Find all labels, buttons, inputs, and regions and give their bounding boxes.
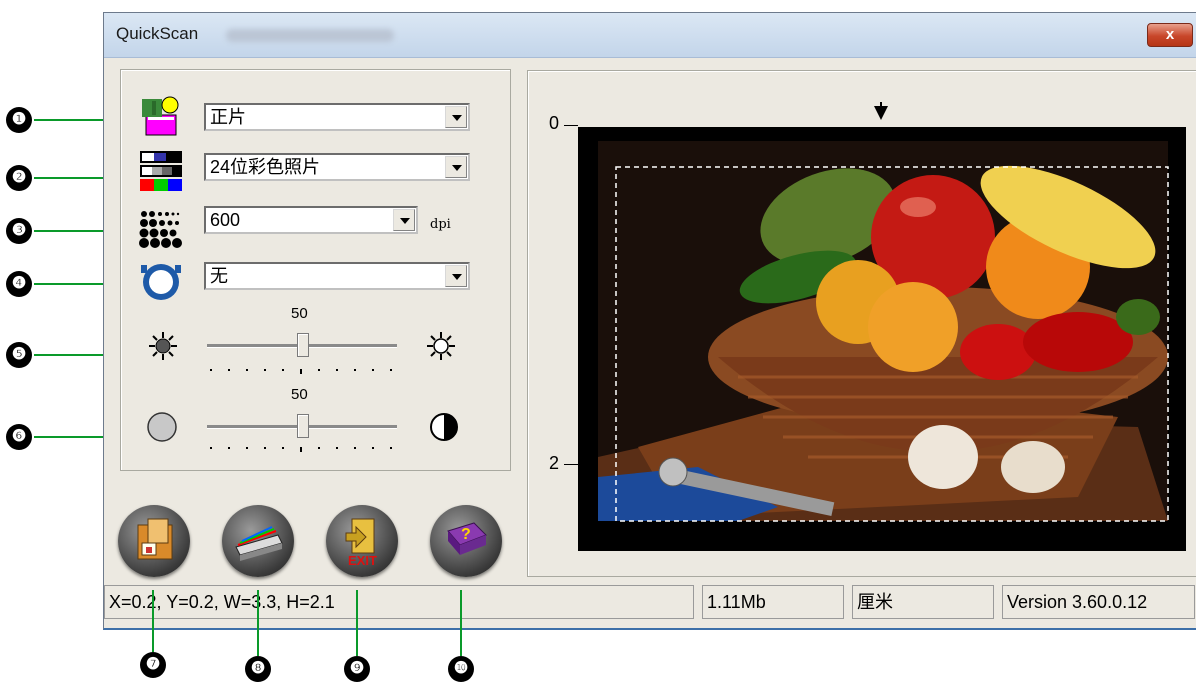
contrast-ticks	[207, 447, 397, 452]
contrast-value: 50	[291, 386, 308, 403]
lens-filter-icon	[138, 261, 184, 303]
brightness-high-icon	[426, 331, 456, 361]
callout-5-arrow	[34, 354, 112, 356]
resolution-icon	[138, 209, 184, 249]
contrast-low-icon	[146, 411, 178, 443]
help-book-icon: ?	[447, 522, 487, 555]
status-version: Version 3.60.0.12	[1002, 585, 1195, 619]
chevron-down-icon[interactable]	[445, 106, 467, 128]
film-type-icon	[138, 95, 184, 137]
svg-text:EXIT: EXIT	[348, 553, 377, 568]
type-select[interactable]: 正片	[204, 103, 470, 131]
status-coordinates: X=0.2, Y=0.2, W=3.3, H=2.1	[104, 585, 694, 619]
ruler-tick-2	[564, 464, 578, 465]
callout-1: ❶	[6, 107, 32, 133]
callout-9: ❾	[344, 656, 370, 682]
ruler-tick-0	[564, 125, 578, 126]
contrast-slider-thumb[interactable]	[297, 414, 309, 438]
callout-8-arrow	[257, 590, 259, 656]
ruler-label-0: 0	[549, 113, 560, 133]
callout-10-arrow	[460, 590, 462, 656]
title-bar: QuickScan x	[104, 13, 1196, 58]
callout-8: ❽	[245, 656, 271, 682]
window-title: QuickScan	[116, 24, 199, 43]
ruler-label-2: 2	[549, 453, 560, 473]
scan-preview-image[interactable]	[578, 127, 1186, 551]
resolution-select[interactable]: 600	[204, 206, 418, 234]
filter-select-value: 无	[210, 266, 228, 286]
chevron-down-icon[interactable]	[445, 265, 467, 287]
callout-3: ❸	[6, 218, 32, 244]
mode-select-value: 24位彩色照片	[210, 157, 321, 177]
filter-select[interactable]: 无	[204, 262, 470, 290]
chevron-down-icon[interactable]	[445, 156, 467, 178]
folder-manager-icon	[137, 518, 173, 560]
close-button[interactable]: x	[1147, 23, 1193, 47]
svg-text:?: ?	[461, 526, 471, 543]
contrast-high-icon	[428, 411, 460, 443]
callout-1-arrow	[34, 119, 112, 121]
ruler-top-marker-stem	[880, 102, 882, 108]
scan-button[interactable]	[222, 505, 294, 577]
title-blurred-text	[226, 29, 394, 42]
dpi-unit-label: dpi	[430, 217, 451, 232]
help-button[interactable]: ?	[430, 505, 502, 577]
callout-6-arrow	[34, 436, 112, 438]
callout-5: ❺	[6, 342, 32, 368]
color-mode-icon	[138, 149, 184, 193]
brightness-ticks	[207, 369, 397, 374]
callout-2: ❷	[6, 165, 32, 191]
mode-select[interactable]: 24位彩色照片	[204, 153, 470, 181]
ruler-top-marker[interactable]	[874, 106, 888, 120]
callout-10: ❿	[448, 656, 474, 682]
callout-7-arrow	[152, 590, 154, 652]
status-file-size: 1.11Mb	[702, 585, 844, 619]
callout-9-arrow	[356, 590, 358, 656]
chevron-down-icon[interactable]	[393, 209, 415, 231]
quickscan-window: QuickScan x 正片 24位彩色照片 600 dpi 无 50 50 E…	[103, 12, 1196, 630]
callout-4: ❹	[6, 271, 32, 297]
type-select-value: 正片	[210, 107, 246, 127]
resolution-select-value: 600	[210, 210, 241, 230]
callout-4-arrow	[34, 283, 112, 285]
exit-door-icon: EXIT	[345, 518, 377, 568]
manager-button[interactable]	[118, 505, 190, 577]
brightness-value: 50	[291, 305, 308, 322]
status-unit: 厘米	[852, 585, 994, 619]
brightness-slider-thumb[interactable]	[297, 333, 309, 357]
callout-7: ❼	[140, 652, 166, 678]
callout-6: ❻	[6, 424, 32, 450]
exit-button[interactable]: EXIT	[326, 505, 398, 577]
brightness-low-icon	[148, 331, 178, 361]
callout-2-arrow	[34, 177, 112, 179]
scanner-icon	[235, 526, 283, 561]
callout-3-arrow	[34, 230, 112, 232]
